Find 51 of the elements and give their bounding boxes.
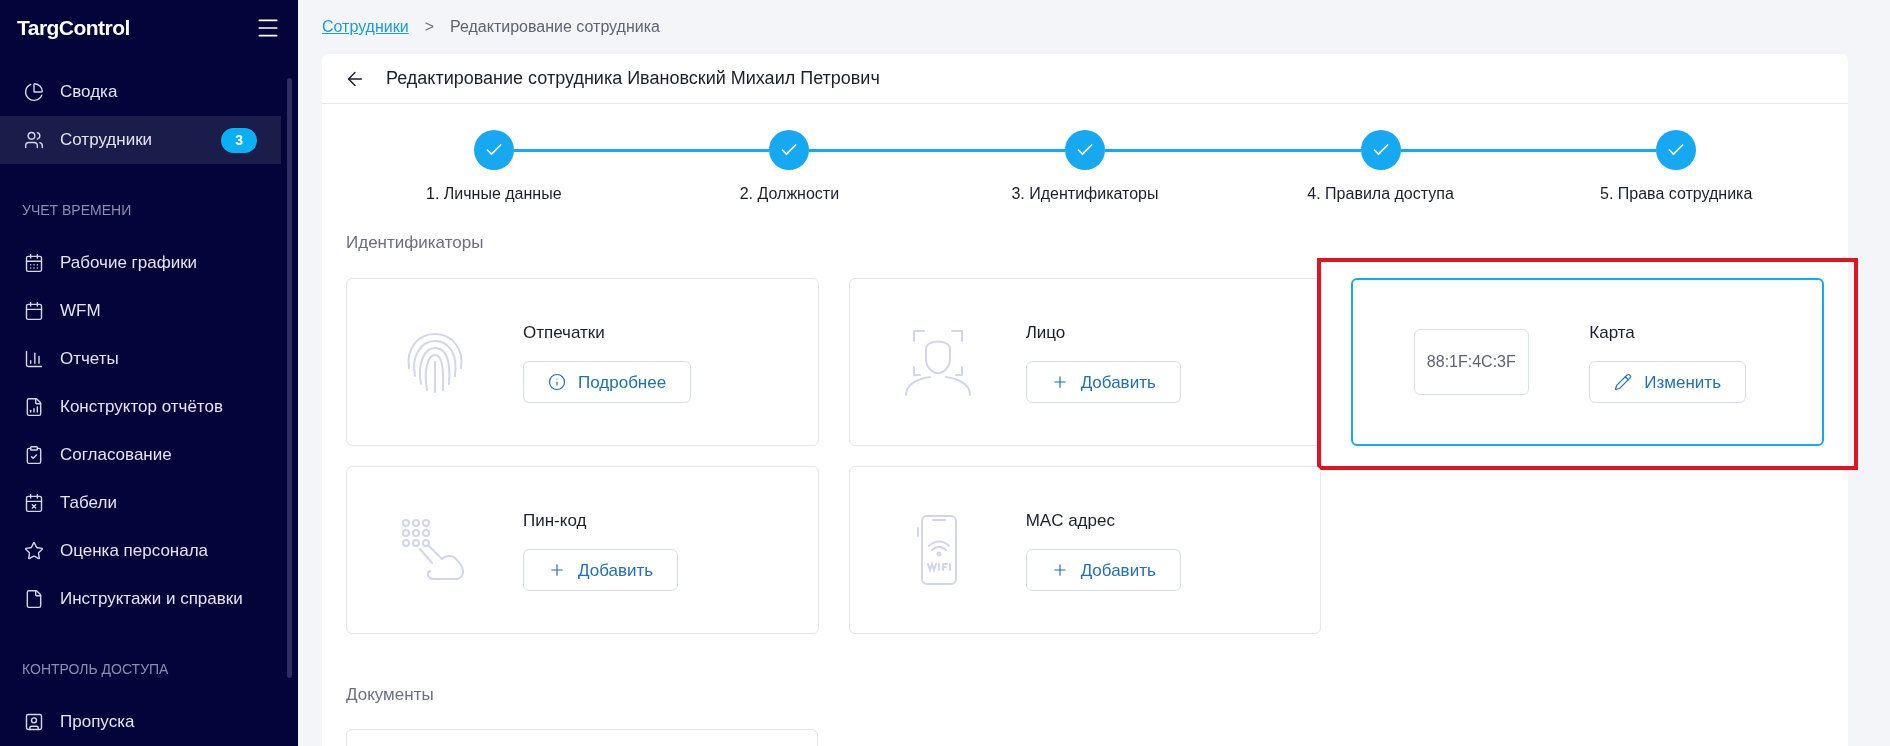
identifier-title: Карта	[1589, 321, 1636, 344]
section-heading: КОНТРОЛЬ ДОСТУПА	[21, 660, 170, 679]
sidebar-item[interactable]: WFM	[0, 287, 281, 335]
people-icon	[24, 130, 44, 150]
sidebar-item[interactable]: Инструктажи и справки	[0, 575, 281, 623]
sidebar-item[interactable]: Оценка персонала	[0, 527, 281, 575]
info-icon	[548, 373, 566, 392]
sidebar-item[interactable]: Табели	[0, 479, 281, 527]
calendar-icon	[24, 301, 44, 321]
breadcrumb-current: Редактирование сотрудника	[450, 17, 660, 37]
add-button[interactable]: Добавить	[1025, 549, 1181, 592]
section-title: Идентификаторы	[346, 232, 485, 254]
card-number: 88:1F:4C:3F	[1413, 328, 1529, 395]
phone-wifi-icon	[915, 513, 960, 586]
step-label: 1. Личные данные	[426, 184, 562, 204]
document-chart-icon	[24, 397, 44, 417]
identifier-title: Отпечатки	[523, 321, 606, 344]
sidebar-item[interactable]: Согласование	[0, 431, 281, 479]
star-icon	[24, 541, 44, 561]
pie-chart-icon	[24, 82, 44, 102]
section-heading: УЧЕТ ВРЕМЕНИ	[21, 201, 133, 220]
document-icon	[24, 589, 44, 609]
add-button[interactable]: Добавить	[523, 549, 679, 592]
section-title: Документы	[346, 683, 435, 706]
identifier-title: Пин-код	[523, 509, 588, 532]
sidebar-item[interactable]: Отчеты	[0, 335, 281, 383]
details-button[interactable]: Подробнее	[523, 361, 692, 404]
pencil-icon	[1614, 373, 1633, 392]
calendar-icon	[24, 253, 44, 273]
sidebar-item[interactable]: Сотрудники 3	[0, 116, 281, 164]
breadcrumb-separator: >	[424, 17, 434, 37]
step-label: 2. Должности	[739, 184, 840, 204]
logo: TargControl	[17, 15, 130, 42]
step-label: 3. Идентификаторы	[1011, 184, 1159, 204]
count-badge: 3	[221, 127, 257, 153]
bar-chart-icon	[24, 349, 44, 369]
scrollbar[interactable]	[287, 78, 292, 678]
sidebar-item[interactable]: Сводка	[0, 68, 281, 116]
id-badge-icon	[24, 712, 44, 732]
edit-button[interactable]: Изменить	[1589, 361, 1746, 404]
add-button[interactable]: Добавить	[1025, 361, 1181, 404]
sidebar-item[interactable]: Рабочие графики	[0, 239, 281, 287]
sidebar-item[interactable]: Пропуска	[0, 698, 281, 746]
sidebar-item[interactable]: Конструктор отчётов	[0, 383, 281, 431]
clipboard-check-icon	[24, 445, 44, 465]
identifier-title: Лицо	[1025, 321, 1067, 344]
identifier-title: MAC адрес	[1025, 509, 1116, 532]
step-label: 5. Права сотрудника	[1600, 184, 1753, 204]
page-title: Редактирование сотрудника Ивановский Михаил Петрович	[386, 67, 880, 90]
calendar-x-icon	[24, 493, 44, 513]
step-label: 4. Правила доступа	[1307, 184, 1454, 204]
